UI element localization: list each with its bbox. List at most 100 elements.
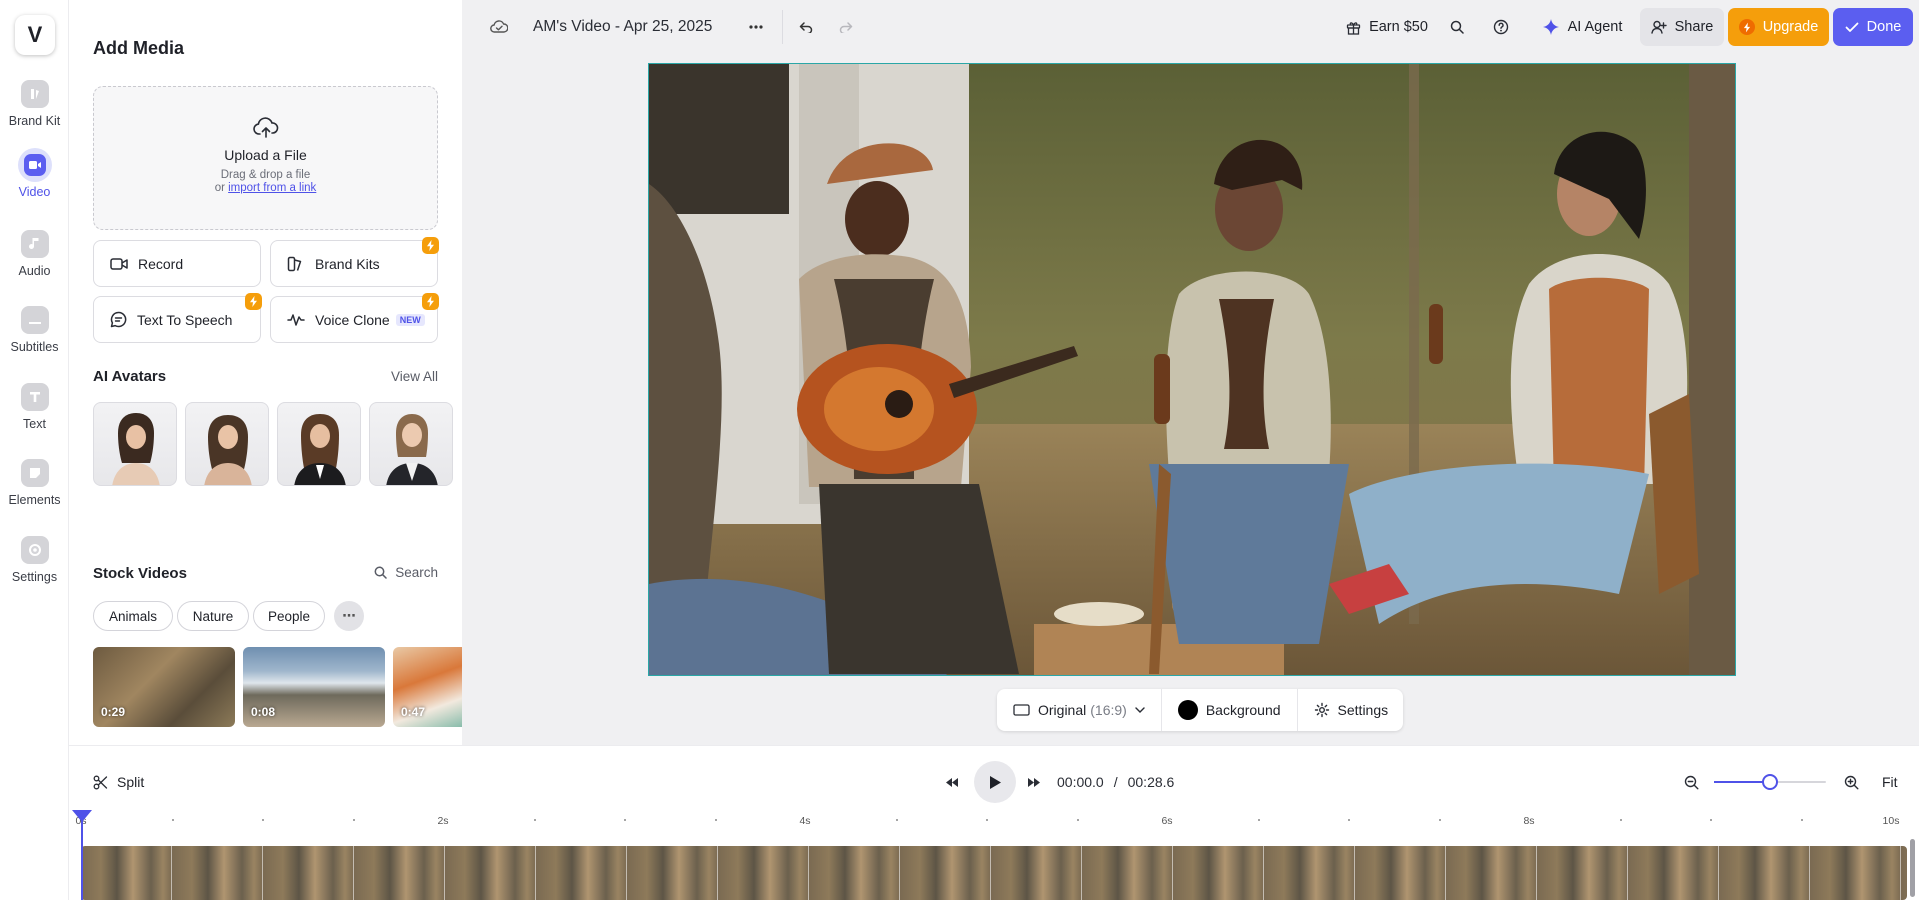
chip-people[interactable]: People xyxy=(253,601,325,631)
ruler-label: 10s xyxy=(1882,815,1900,827)
total-time: 00:28.6 xyxy=(1127,774,1175,790)
rail-label: Settings xyxy=(11,570,58,584)
voice-clone-button[interactable]: Voice Clone NEW xyxy=(270,293,439,343)
share-button[interactable]: Share xyxy=(1640,8,1724,46)
rail-item-elements[interactable]: Elements xyxy=(0,459,69,523)
subtitles-icon xyxy=(20,306,49,334)
current-time: 00:00.0 xyxy=(1057,774,1104,790)
ruler-tick xyxy=(1800,819,1803,821)
upload-dropzone[interactable]: Upload a File Drag & drop a file or impo… xyxy=(93,86,438,230)
premium-bolt-icon xyxy=(422,293,439,310)
aspect-ratio-dropdown[interactable]: Original (16:9) xyxy=(997,689,1162,731)
import-from-link[interactable]: import from a link xyxy=(228,182,316,194)
done-button[interactable]: Done xyxy=(1833,8,1913,46)
stock-video-thumb[interactable]: 0:47 xyxy=(393,647,462,727)
rail-item-text[interactable]: Text xyxy=(0,383,69,447)
avatar-card[interactable] xyxy=(93,402,177,486)
brand-kits-label: Brand Kits xyxy=(315,255,380,272)
voice-clone-label: Voice Clone xyxy=(315,311,390,328)
rail-item-brand-kit[interactable]: Brand Kit xyxy=(0,80,69,144)
stock-duration: 0:08 xyxy=(251,705,276,719)
avatar-portrait-icon xyxy=(204,415,252,485)
ruler-label: 6s xyxy=(1161,815,1173,827)
chevron-down-icon xyxy=(1135,707,1145,713)
help-button[interactable] xyxy=(1486,8,1516,46)
rail-item-audio[interactable]: Audio xyxy=(0,230,69,294)
toolbar-divider xyxy=(782,10,783,44)
fast-forward-button[interactable] xyxy=(1027,765,1041,799)
split-button[interactable]: Split xyxy=(93,765,144,799)
record-label: Record xyxy=(138,255,184,272)
settings-icon xyxy=(20,536,49,564)
add-media-panel: Add Media Upload a File Drag & drop a fi… xyxy=(69,0,462,745)
canvas-toolbar: Original (16:9) Background Settings xyxy=(997,689,1403,731)
earn-button[interactable]: Earn $50 xyxy=(1342,8,1432,46)
stock-video-thumb[interactable]: 0:29 xyxy=(93,647,235,727)
time-separator: / xyxy=(1113,774,1118,790)
rail-item-video[interactable]: Video xyxy=(0,148,69,212)
new-badge: NEW xyxy=(395,313,425,326)
search-button[interactable] xyxy=(1442,8,1472,46)
avatar-card[interactable] xyxy=(369,402,453,486)
video-track-clip[interactable] xyxy=(81,846,1907,900)
brand-kit-icon xyxy=(20,80,49,108)
playhead-handle[interactable] xyxy=(72,810,92,822)
fit-button[interactable]: Fit xyxy=(1882,765,1898,799)
more-options-icon[interactable] xyxy=(749,0,763,54)
zoom-slider[interactable] xyxy=(1714,765,1826,799)
playhead-line[interactable] xyxy=(81,811,83,900)
zoom-out-button[interactable] xyxy=(1684,765,1699,799)
project-title[interactable]: AM's Video - Apr 25, 2025 xyxy=(533,0,712,54)
zoom-out-icon xyxy=(1684,775,1699,789)
ruler-tick xyxy=(895,819,898,821)
video-canvas[interactable] xyxy=(648,63,1736,676)
canvas-settings-button[interactable]: Settings xyxy=(1298,689,1405,731)
ruler-tick xyxy=(1438,819,1441,821)
ruler-tick xyxy=(1076,819,1079,821)
clip-frame-dividers xyxy=(81,846,1907,900)
avatar-card[interactable] xyxy=(277,402,361,486)
play-button[interactable] xyxy=(974,761,1016,803)
gear-icon xyxy=(1314,702,1329,718)
rail-item-subtitles[interactable]: Subtitles xyxy=(0,306,69,370)
app-logo[interactable]: V xyxy=(15,15,55,55)
cloud-sync-icon[interactable] xyxy=(490,0,508,54)
ruler-tick xyxy=(533,819,536,821)
ruler-tick xyxy=(1619,819,1622,821)
undo-icon[interactable] xyxy=(799,0,813,54)
background-button[interactable]: Background xyxy=(1162,689,1298,731)
upgrade-button[interactable]: Upgrade xyxy=(1728,8,1829,46)
premium-bolt-icon xyxy=(245,293,262,310)
rail-label: Brand Kit xyxy=(8,114,61,128)
stock-search-button[interactable]: Search xyxy=(374,565,438,580)
record-button[interactable]: Record xyxy=(93,240,261,287)
more-chips-button[interactable]: ⋯ xyxy=(334,601,364,631)
redo-icon[interactable] xyxy=(839,0,853,54)
search-icon xyxy=(1450,20,1464,34)
avatar-card[interactable] xyxy=(185,402,269,486)
rail-item-settings[interactable]: Settings xyxy=(0,536,69,600)
record-camera-icon xyxy=(110,257,128,270)
zoom-slider-thumb[interactable] xyxy=(1762,774,1778,790)
ruler-label: 8s xyxy=(1523,815,1535,827)
ellipsis-icon: ⋯ xyxy=(342,608,356,623)
upgrade-label: Upgrade xyxy=(1762,19,1819,35)
zoom-in-button[interactable] xyxy=(1844,765,1859,799)
brand-kits-button[interactable]: Brand Kits xyxy=(270,237,439,287)
time-display: 00:00.0 / 00:28.6 xyxy=(1057,765,1174,799)
scissors-icon xyxy=(93,775,108,789)
chip-animals[interactable]: Animals xyxy=(93,601,173,631)
chip-nature[interactable]: Nature xyxy=(177,601,249,631)
premium-bolt-icon xyxy=(422,237,439,254)
text-to-speech-button[interactable]: Text To Speech xyxy=(93,293,262,343)
settings-label: Settings xyxy=(1337,702,1389,718)
stock-video-thumb[interactable]: 0:08 xyxy=(243,647,385,727)
video-frame xyxy=(649,64,1735,675)
ai-agent-button[interactable]: AI Agent xyxy=(1532,8,1632,46)
view-all-avatars-link[interactable]: View All xyxy=(391,369,438,384)
rewind-button[interactable] xyxy=(945,765,959,799)
music-note-icon xyxy=(20,230,49,258)
elements-icon xyxy=(20,459,49,487)
timeline-scrollbar[interactable] xyxy=(1910,839,1915,897)
ai-agent-label: AI Agent xyxy=(1567,19,1623,35)
